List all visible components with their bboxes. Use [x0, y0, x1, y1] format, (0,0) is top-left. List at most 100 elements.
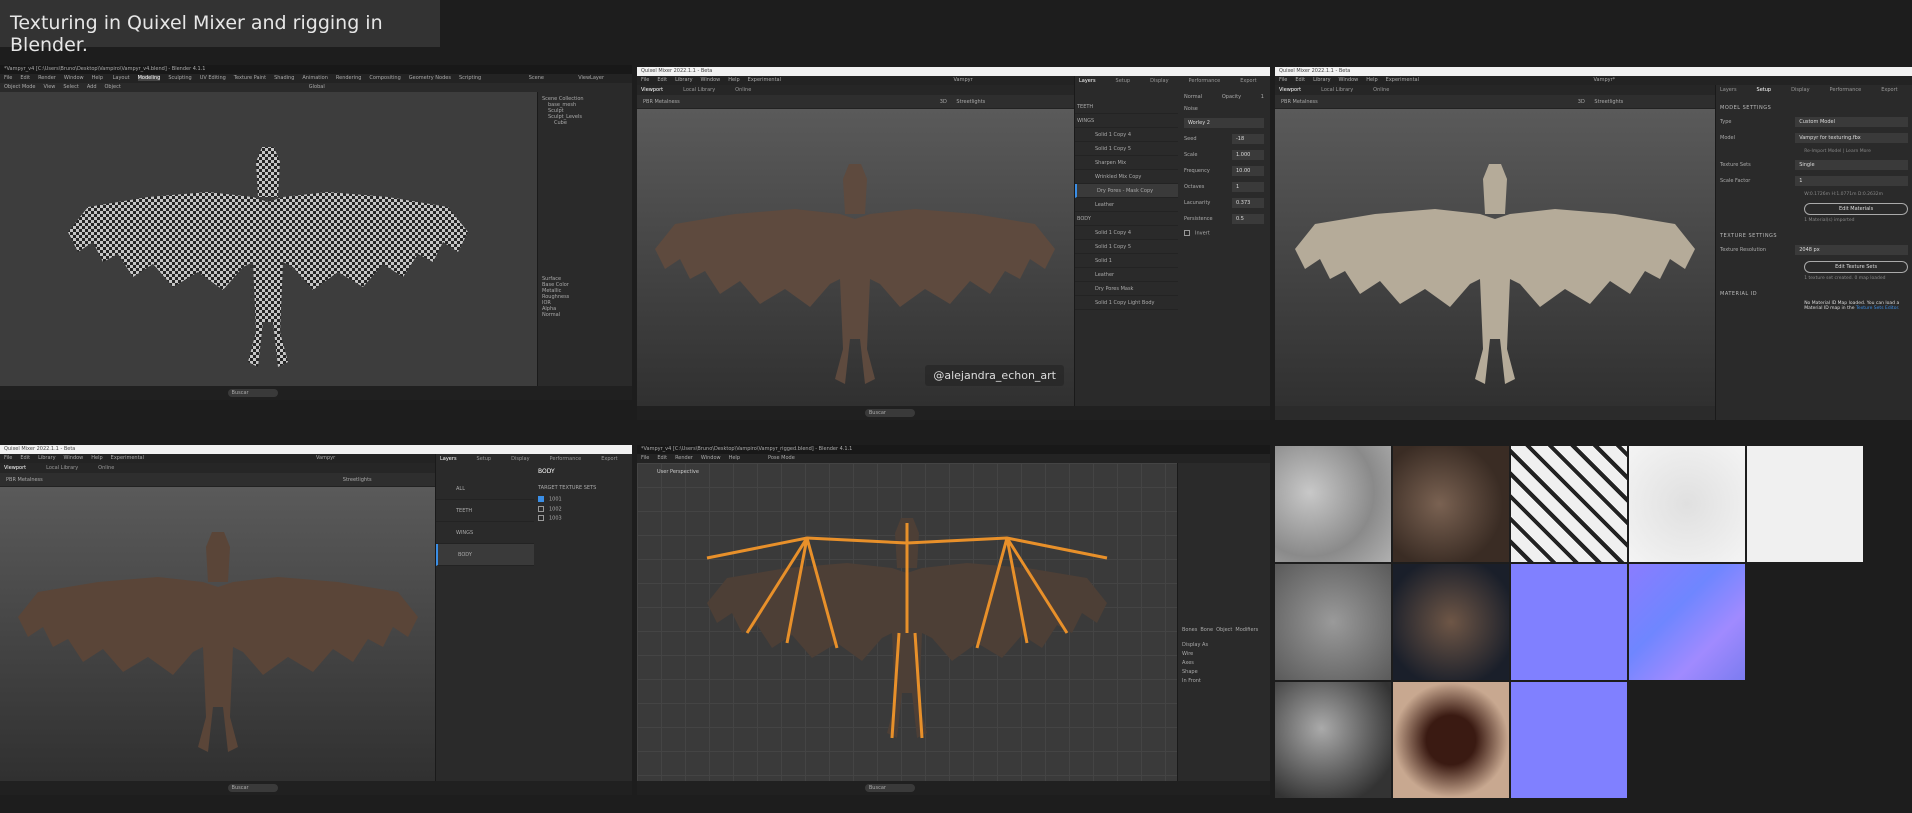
tab-export[interactable]: Export	[1881, 87, 1897, 93]
ws-scripting[interactable]: Scripting	[459, 75, 481, 81]
viewlayer-select[interactable]: ViewLayer	[578, 75, 604, 81]
render-mode-select[interactable]: PBR Metalness	[643, 99, 680, 105]
3d-viewport[interactable]	[0, 92, 537, 386]
menu-help[interactable]: Help	[92, 75, 103, 81]
menu-window[interactable]: Window	[701, 455, 721, 461]
ws-compositing[interactable]: Compositing	[369, 75, 400, 81]
layer-group[interactable]: ALL	[436, 478, 534, 500]
menu-edit[interactable]: Edit	[20, 75, 30, 81]
menu-select[interactable]: Select	[63, 84, 78, 90]
tab-performance[interactable]: Performance	[1189, 78, 1221, 84]
tab-performance[interactable]: Performance	[550, 456, 582, 462]
menu-file[interactable]: File	[641, 455, 649, 461]
layer-item[interactable]: Dry Pores - Mask Copy	[1075, 184, 1178, 198]
3d-viewport[interactable]: User Perspective	[637, 463, 1177, 781]
menu-file[interactable]: File	[641, 77, 649, 83]
layer-item[interactable]: Dry Pores Mask	[1075, 282, 1178, 296]
texture-set-checkbox[interactable]	[538, 515, 544, 521]
ws-rendering[interactable]: Rendering	[336, 75, 362, 81]
ws-animation[interactable]: Animation	[302, 75, 328, 81]
edit-texture-sets-button[interactable]: Edit Texture Sets	[1804, 261, 1908, 273]
display-as-field[interactable]: Display As	[1182, 641, 1266, 650]
texture-set-item[interactable]: 1003	[538, 515, 628, 522]
layer-item[interactable]: Solid 1	[1075, 254, 1178, 268]
ws-texture[interactable]: Texture Paint	[234, 75, 266, 81]
tab-local-library[interactable]: Local Library	[1321, 87, 1353, 93]
layer-group[interactable]: BODY	[436, 544, 534, 566]
layer-item[interactable]: Leather	[1075, 198, 1178, 212]
lighting-select[interactable]: Streetlights	[343, 477, 372, 483]
tab-export[interactable]: Export	[1240, 78, 1256, 84]
3d-viewport[interactable]	[0, 487, 435, 781]
ws-sculpting[interactable]: Sculpting	[168, 75, 191, 81]
tab-local-library[interactable]: Local Library	[683, 87, 715, 93]
invert-checkbox[interactable]: Invert	[1195, 231, 1210, 237]
tab-setup[interactable]: Setup	[1116, 78, 1131, 84]
layer-item[interactable]: TEETH	[1075, 100, 1178, 114]
tab-display[interactable]: Display	[511, 456, 529, 462]
tab-online[interactable]: Online	[1373, 87, 1389, 93]
blend-mode[interactable]: Normal	[1184, 94, 1202, 100]
menu-help[interactable]: Help	[91, 455, 102, 461]
menu-library[interactable]: Library	[675, 77, 692, 83]
type-select[interactable]: Custom Model	[1795, 117, 1908, 127]
tab-layers[interactable]: Layers	[1079, 78, 1096, 84]
tab-viewport[interactable]: Viewport	[4, 465, 26, 471]
layer-group[interactable]: WINGS	[436, 522, 534, 544]
mode-select[interactable]: Pose Mode	[768, 455, 795, 461]
tab-bone[interactable]: Bone	[1200, 627, 1213, 633]
in-front-checkbox[interactable]: In Front	[1182, 677, 1266, 686]
menu-window[interactable]: Window	[1339, 77, 1359, 83]
texture-set-checkbox[interactable]	[538, 496, 544, 502]
texture-sets-select[interactable]: Single	[1795, 160, 1908, 170]
edit-materials-button[interactable]: Edit Materials	[1804, 203, 1908, 215]
layer-item[interactable]: BODY	[1075, 212, 1178, 226]
tab-layers[interactable]: Layers	[1720, 87, 1737, 93]
layer-item[interactable]: Solid 1 Copy 5	[1075, 142, 1178, 156]
render-mode-select[interactable]: PBR Metalness	[1281, 99, 1318, 105]
menu-add[interactable]: Add	[87, 84, 97, 90]
menu-view[interactable]: View	[44, 84, 56, 90]
menu-library[interactable]: Library	[1313, 77, 1330, 83]
taskbar-search[interactable]: Buscar	[227, 784, 278, 792]
menu-edit[interactable]: Edit	[20, 455, 30, 461]
param-value[interactable]: 10.00	[1232, 166, 1264, 176]
wire-field[interactable]: Wire	[1182, 650, 1266, 659]
tab-performance[interactable]: Performance	[1830, 87, 1862, 93]
tab-display[interactable]: Display	[1150, 78, 1168, 84]
scale-field[interactable]: 1	[1795, 176, 1908, 186]
tab-setup[interactable]: Setup	[477, 456, 492, 462]
tab-layers[interactable]: Layers	[440, 456, 457, 462]
3d-viewport[interactable]: @alejandra_echon_art	[637, 109, 1074, 406]
prop-normal[interactable]: Normal	[542, 312, 628, 318]
resolution-select[interactable]: 2048 px	[1795, 245, 1908, 255]
ws-layout[interactable]: Layout	[113, 75, 130, 81]
model-field[interactable]: Vampyr for texturing.fbx	[1795, 133, 1908, 143]
taskbar-search[interactable]: Buscar	[864, 784, 915, 792]
tab-object[interactable]: Object	[1216, 627, 1232, 633]
opacity-value[interactable]: 1	[1261, 94, 1264, 100]
render-mode-select[interactable]: PBR Metalness	[6, 477, 43, 483]
menu-file[interactable]: File	[4, 455, 12, 461]
menu-help[interactable]: Help	[729, 455, 740, 461]
ws-shading[interactable]: Shading	[274, 75, 294, 81]
tab-viewport[interactable]: Viewport	[1279, 87, 1301, 93]
view-select[interactable]: 3D	[940, 99, 947, 105]
orientation-select[interactable]: Global	[309, 84, 325, 90]
view-select[interactable]: 3D	[1578, 99, 1585, 105]
outliner-item[interactable]: Cube	[542, 120, 628, 126]
menu-help[interactable]: Help	[728, 77, 739, 83]
menu-edit[interactable]: Edit	[657, 77, 667, 83]
param-value[interactable]: -18	[1232, 134, 1264, 144]
menu-edit[interactable]: Edit	[657, 455, 667, 461]
menu-window[interactable]: Window	[64, 75, 84, 81]
layer-item[interactable]: WINGS	[1075, 114, 1178, 128]
menu-experimental[interactable]: Experimental	[1386, 77, 1419, 83]
menu-file[interactable]: File	[4, 75, 12, 81]
tab-local-library[interactable]: Local Library	[46, 465, 78, 471]
layer-item[interactable]: Solid 1 Copy 5	[1075, 240, 1178, 254]
param-value[interactable]: 1	[1232, 182, 1264, 192]
param-value[interactable]: 0.373	[1232, 198, 1264, 208]
invert-checkbox-box[interactable]	[1184, 230, 1190, 236]
noise-type-select[interactable]: Worley 2	[1184, 118, 1264, 128]
